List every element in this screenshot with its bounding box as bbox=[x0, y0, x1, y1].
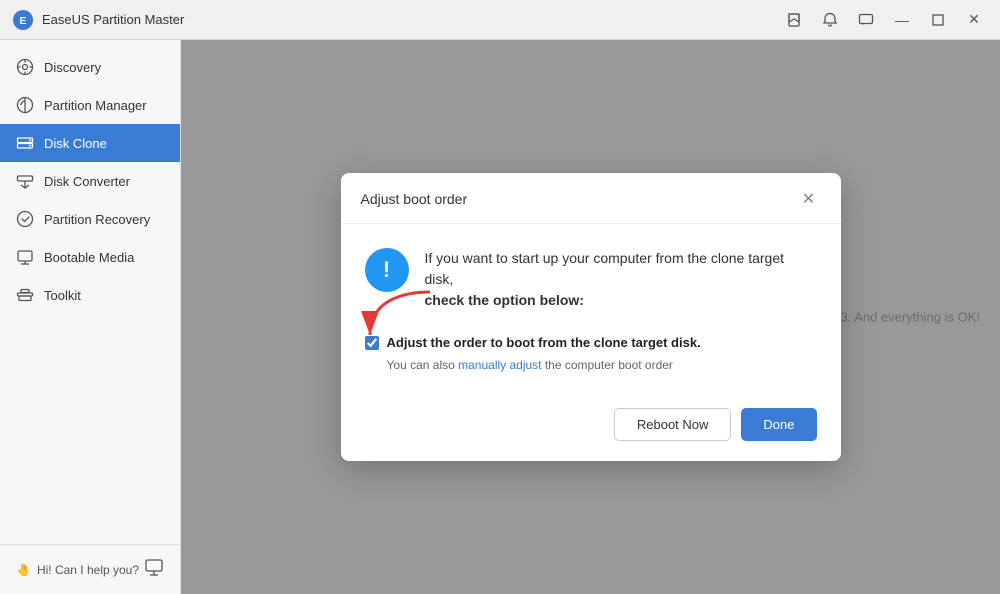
partition-manager-icon bbox=[16, 96, 34, 114]
sidebar-item-disk-clone[interactable]: Disk Clone bbox=[0, 124, 180, 162]
sidebar-item-discovery[interactable]: Discovery bbox=[0, 48, 180, 86]
sidebar-item-toolkit[interactable]: Toolkit bbox=[0, 276, 180, 314]
window-controls: — ✕ bbox=[780, 6, 988, 34]
sidebar-footer: 🤚 Hi! Can I help you? bbox=[0, 544, 180, 594]
bootable-media-icon bbox=[16, 248, 34, 266]
boot-order-checkbox[interactable] bbox=[365, 336, 379, 350]
sub-text: You can also manually adjust the compute… bbox=[387, 358, 817, 372]
sub-text-suffix: the computer boot order bbox=[542, 358, 673, 372]
footer-chat: 🤚 Hi! Can I help you? bbox=[16, 563, 139, 577]
sidebar-label-partition-recovery: Partition Recovery bbox=[44, 212, 150, 227]
main-layout: Discovery Partition Manager bbox=[0, 40, 1000, 594]
checkbox-row: Adjust the order to boot from the clone … bbox=[365, 335, 817, 350]
disk-clone-icon bbox=[16, 134, 34, 152]
sidebar-nav: Discovery Partition Manager bbox=[0, 40, 180, 544]
modal-close-button[interactable]: ✕ bbox=[797, 187, 821, 211]
sidebar-label-partition-manager: Partition Manager bbox=[44, 98, 147, 113]
toolkit-icon bbox=[16, 286, 34, 304]
modal-body: ! If you want to start up your computer … bbox=[341, 224, 841, 392]
info-icon: ! bbox=[365, 248, 409, 292]
feedback-btn[interactable] bbox=[852, 6, 880, 34]
info-text: If you want to start up your computer fr… bbox=[425, 248, 817, 311]
disk-converter-icon bbox=[16, 172, 34, 190]
modal-dialog: Adjust boot order ✕ ! If you want to sta… bbox=[341, 173, 841, 461]
sidebar-item-bootable-media[interactable]: Bootable Media bbox=[0, 238, 180, 276]
checkbox-label[interactable]: Adjust the order to boot from the clone … bbox=[387, 335, 701, 350]
footer-chat-text: Hi! Can I help you? bbox=[37, 563, 139, 577]
modal-header: Adjust boot order ✕ bbox=[341, 173, 841, 224]
monitor-icon[interactable] bbox=[144, 557, 164, 582]
notification-btn[interactable] bbox=[816, 6, 844, 34]
sidebar-label-discovery: Discovery bbox=[44, 60, 101, 75]
svg-text:E: E bbox=[20, 16, 27, 27]
close-btn[interactable]: ✕ bbox=[960, 6, 988, 34]
sidebar-item-partition-recovery[interactable]: Partition Recovery bbox=[0, 200, 180, 238]
bookmark-btn[interactable] bbox=[780, 6, 808, 34]
sub-text-prefix: You can also bbox=[387, 358, 459, 372]
done-button[interactable]: Done bbox=[741, 408, 816, 441]
sidebar-label-disk-clone: Disk Clone bbox=[44, 136, 107, 151]
title-bar: E EaseUS Partition Master — ✕ bbox=[0, 0, 1000, 40]
sidebar-label-toolkit: Toolkit bbox=[44, 288, 81, 303]
info-row: ! If you want to start up your computer … bbox=[365, 248, 817, 311]
info-heading: If you want to start up your computer fr… bbox=[425, 250, 785, 308]
sidebar: Discovery Partition Manager bbox=[0, 40, 181, 594]
minimize-btn[interactable]: — bbox=[888, 6, 916, 34]
partition-recovery-icon bbox=[16, 210, 34, 228]
sidebar-label-bootable-media: Bootable Media bbox=[44, 250, 134, 265]
maximize-btn[interactable] bbox=[924, 6, 952, 34]
chat-emoji: 🤚 bbox=[16, 563, 31, 577]
sidebar-label-disk-converter: Disk Converter bbox=[44, 174, 130, 189]
reboot-now-button[interactable]: Reboot Now bbox=[614, 408, 732, 441]
sidebar-item-disk-converter[interactable]: Disk Converter bbox=[0, 162, 180, 200]
manually-adjust-link[interactable]: manually adjust bbox=[458, 358, 541, 372]
modal-footer: Reboot Now Done bbox=[341, 392, 841, 461]
content-area: rom Disk 3. And everything is OK! Adjust… bbox=[181, 40, 1000, 594]
discovery-icon bbox=[16, 58, 34, 76]
modal-title: Adjust boot order bbox=[361, 191, 468, 207]
app-logo: E bbox=[12, 9, 34, 31]
app-title: EaseUS Partition Master bbox=[42, 12, 780, 27]
sidebar-item-partition-manager[interactable]: Partition Manager bbox=[0, 86, 180, 124]
modal-overlay: Adjust boot order ✕ ! If you want to sta… bbox=[181, 40, 1000, 594]
